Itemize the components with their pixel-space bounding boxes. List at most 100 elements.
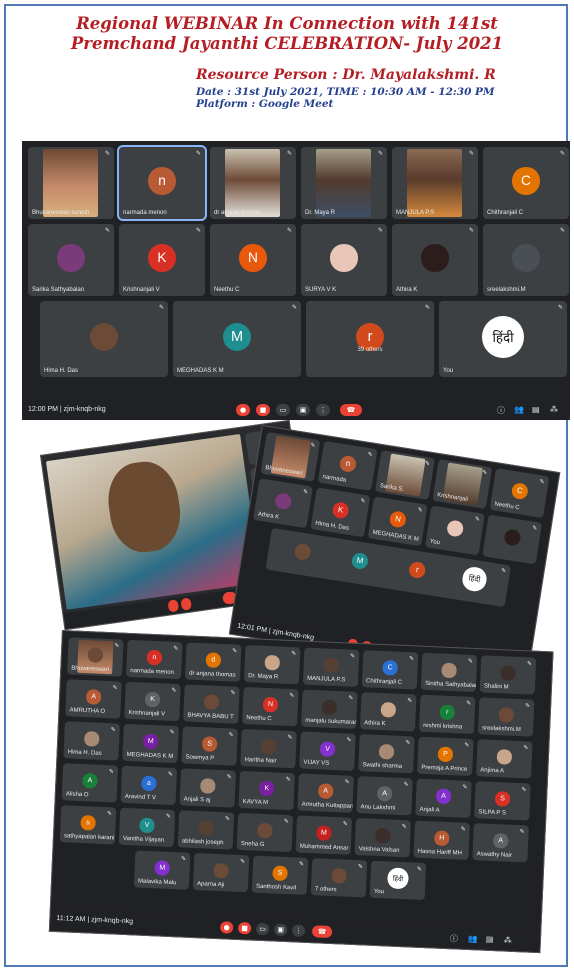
participant-tile[interactable]: ✎ sreelakshmi.M: [477, 697, 535, 737]
info-icon[interactable]: ⓘ: [497, 405, 505, 416]
info-icon[interactable]: ⓘ: [450, 933, 458, 944]
participant-tile[interactable]: ✎ Haritha Nair: [240, 728, 297, 769]
participant-tile[interactable]: हिंदी ✎ You: [439, 301, 567, 377]
end-call-button[interactable]: ☎: [311, 925, 333, 939]
participant-tile[interactable]: S ✎ SILPA P S: [474, 781, 531, 821]
participant-tile[interactable]: ✎ You: [424, 505, 485, 556]
participant-tile[interactable]: N ✎ Neethu C: [210, 224, 296, 296]
participant-tile[interactable]: K ✎ Krishnanjali V: [119, 224, 205, 296]
participant-tile[interactable]: K ✎ Krishnanjali V: [124, 681, 181, 722]
chat-icon[interactable]: ▤: [532, 405, 540, 414]
participant-tile[interactable]: A ✎ Aswathy Nair: [472, 823, 529, 863]
participant-tile[interactable]: हिंदी ✎: [437, 555, 512, 608]
participant-tile[interactable]: ✎ manjalu sukumaran: [301, 689, 358, 729]
participant-tile[interactable]: ✎ MANJULA P.S: [392, 147, 478, 219]
participant-tile[interactable]: ✎ Athira K: [253, 478, 313, 529]
participant-tile[interactable]: M ✎ Malavika Malu: [133, 850, 191, 890]
participant-tile[interactable]: P ✎ Premaja A Prince: [417, 736, 474, 777]
participant-tile[interactable]: n ✎ narmada menon: [126, 639, 183, 680]
participant-tile[interactable]: n ✎ narmada menon: [117, 145, 207, 221]
participant-tile[interactable]: हिंदी ✎ You: [369, 860, 427, 901]
participant-tile[interactable]: ✎ Hima H. Das: [40, 301, 168, 377]
mic-off-button[interactable]: [167, 599, 180, 613]
participant-tile[interactable]: N ✎ MEGHADAS K M: [367, 496, 428, 547]
activities-icon[interactable]: ⁂: [504, 936, 512, 945]
participant-avatar: s: [80, 815, 96, 831]
participant-tile[interactable]: ✎ Hima H. Das: [63, 721, 120, 761]
camera-off-button[interactable]: ■: [237, 921, 252, 935]
participant-tile[interactable]: H ✎ Hasna Hariff MH: [413, 820, 470, 860]
participant-tile[interactable]: A ✎ Alisha O: [61, 763, 119, 803]
participant-tile[interactable]: ✎ Anjima A: [476, 739, 533, 779]
participant-name: Haritha Nair: [244, 757, 277, 765]
participant-tile[interactable]: A ✎ Anjali A: [415, 778, 472, 818]
people-icon[interactable]: 👥: [468, 934, 478, 943]
present-button[interactable]: ▣: [296, 404, 310, 416]
participant-tile[interactable]: V ✎ Vanitha Vijayan: [118, 807, 176, 848]
participant-tile[interactable]: C ✎ Chithranjali C: [483, 147, 569, 219]
participant-tile[interactable]: ✎ Anjali S aj: [179, 768, 237, 808]
more-options-button[interactable]: ⋮: [316, 404, 330, 416]
participant-tile[interactable]: K ✎ KAVYA M: [238, 770, 295, 811]
participant-tile[interactable]: ✎ Bhuvaneswari: [67, 637, 124, 677]
participant-tile[interactable]: ✎ Krishnanjali: [432, 459, 493, 510]
participant-tile[interactable]: r ✎ 39 others: [306, 301, 434, 377]
camera-off-button[interactable]: [180, 597, 192, 611]
participant-tile[interactable]: V ✎ VIJAY VS: [299, 731, 356, 771]
mic-off-button[interactable]: ●: [236, 404, 250, 416]
captions-button[interactable]: ▭: [255, 922, 270, 936]
participant-tile[interactable]: M ✎ MEGHADAS K M: [122, 723, 179, 764]
participant-tile[interactable]: ✎ Dr. Maya R: [243, 645, 301, 685]
participant-tile[interactable]: s ✎ sathyapalan karani: [59, 805, 117, 845]
participant-tile[interactable]: ✎ SURYA V K: [301, 224, 387, 296]
participant-tile[interactable]: C ✎ Chithranjali C: [361, 650, 419, 690]
participant-tile[interactable]: A ✎ AMRUTHA O: [65, 679, 122, 719]
mic-muted-icon: ✎: [348, 694, 354, 702]
participant-tile[interactable]: ✎: [482, 514, 543, 565]
participant-tile[interactable]: a ✎ Aravind T V: [120, 765, 178, 806]
participant-tile[interactable]: M ✎ Muhammed Ansar: [295, 815, 353, 855]
participant-tile[interactable]: ✎ Athira K: [359, 692, 417, 732]
activities-icon[interactable]: ⁂: [550, 405, 558, 414]
participant-tile[interactable]: ✎ Dr. Maya R: [301, 147, 387, 219]
participant-tile[interactable]: ✎ Vaishna Valsan: [354, 818, 412, 858]
participant-tile[interactable]: N ✎ Neethu C: [242, 686, 299, 727]
participant-tile[interactable]: ✎ Sneha G: [236, 812, 294, 853]
end-call-button[interactable]: ☎: [340, 404, 362, 416]
participant-tile[interactable]: ✎ MANJULA P.S: [302, 647, 360, 687]
participant-tile[interactable]: ✎ Swathi sharma: [358, 734, 415, 774]
participant-tile[interactable]: ✎ abhilash joseph: [177, 810, 235, 850]
participant-tile[interactable]: n ✎ narmada: [317, 440, 378, 491]
more-options-button[interactable]: ⋮: [291, 924, 306, 937]
participant-tile[interactable]: ✎ Bhuvaneswari: [260, 431, 321, 482]
participant-tile[interactable]: ✎ Sarika S.: [374, 450, 435, 500]
mic-off-button[interactable]: ●: [219, 921, 234, 934]
people-icon[interactable]: 👥: [514, 405, 524, 414]
participant-tile[interactable]: A ✎ Anu Lakshmi: [356, 776, 413, 816]
participant-tile[interactable]: S ✎ Santhosh Kavil: [251, 855, 309, 895]
participant-tile[interactable]: S ✎ Sowmya P: [181, 726, 238, 766]
participant-tile[interactable]: ✎ BHAVYA BABU T: [183, 684, 240, 724]
participant-tile[interactable]: K ✎ Hima H. Das: [310, 487, 371, 538]
participant-tile[interactable]: C ✎ Neethu C: [489, 468, 550, 519]
participant-tile[interactable]: d ✎ dr anjana thomas: [184, 642, 242, 682]
participant-tile[interactable]: ✎ Bhuvaneswari suresh: [28, 147, 114, 219]
camera-off-button[interactable]: ■: [256, 404, 270, 416]
participant-tile[interactable]: ✎ 7 others: [310, 858, 368, 898]
participant-tile[interactable]: ✎ Aparna Aji: [192, 852, 250, 893]
present-button[interactable]: ▣: [273, 923, 288, 937]
participant-tile[interactable]: M ✎ MEGHADAS K M: [173, 301, 301, 377]
participant-tile[interactable]: ✎ Shalini M: [479, 655, 537, 695]
participant-tile[interactable]: ✎ sreelakshmi.M: [483, 224, 569, 296]
participant-tile[interactable]: r ✎ reshmi krishna: [418, 694, 476, 735]
participant-avatar: M: [154, 860, 170, 876]
participant-name: Krishnanjali V: [123, 287, 160, 293]
participant-tile[interactable]: ✎ Sinitha Sathyabalan: [420, 652, 478, 693]
participant-profile-picture: [274, 492, 293, 511]
participant-tile[interactable]: ✎ Athira K: [392, 224, 478, 296]
participant-tile[interactable]: ✎ Sarika Sathyabalan: [28, 224, 114, 296]
captions-button[interactable]: ▭: [276, 404, 290, 416]
participant-tile[interactable]: ✎ dr anjana thomas: [210, 147, 296, 219]
chat-icon[interactable]: ▤: [486, 935, 494, 944]
participant-tile[interactable]: A ✎ Amrutha Kuttappan: [297, 773, 354, 813]
